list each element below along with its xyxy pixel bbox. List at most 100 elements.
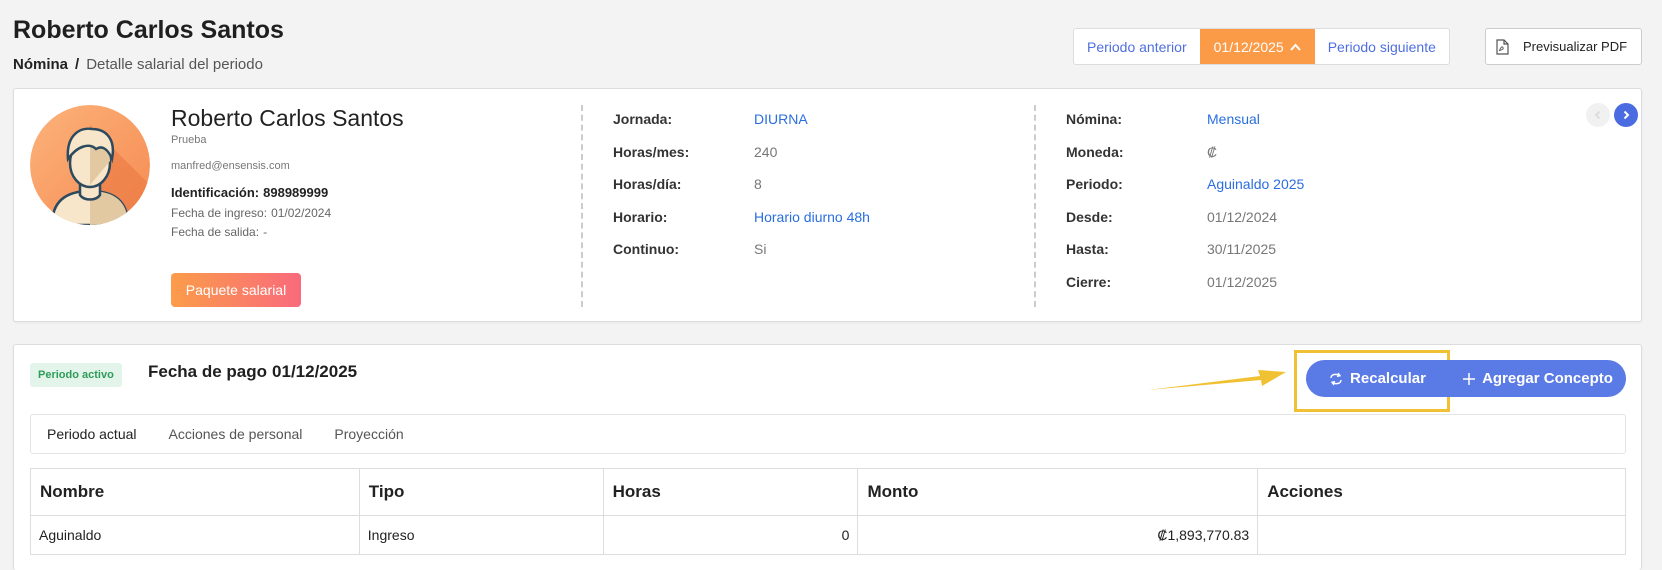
add-concept-button[interactable]: Agregar Concepto bbox=[1449, 360, 1626, 397]
cell-tipo: Ingreso bbox=[358, 515, 604, 555]
info-label: Periodo: bbox=[1066, 176, 1123, 193]
hire-date-value: 01/02/2024 bbox=[271, 206, 332, 220]
avatar-illustration bbox=[30, 105, 150, 225]
status-badge: Periodo activo bbox=[30, 363, 122, 387]
pay-date: Fecha de pago 01/12/2025 bbox=[148, 362, 357, 382]
period-navigator: Periodo anterior 01/12/2025 Periodo sigu… bbox=[1073, 28, 1450, 65]
schedule-info: Jornada: DIURNA Horas/mes: 240 Horas/día… bbox=[613, 103, 870, 266]
info-value-link[interactable]: Aguinaldo 2025 bbox=[1207, 176, 1304, 192]
breadcrumb: Nómina / Detalle salarial del periodo bbox=[13, 56, 263, 73]
cell-horas: 0 bbox=[602, 515, 859, 555]
info-label: Moneda: bbox=[1066, 143, 1124, 160]
info-label: Horario: bbox=[613, 208, 668, 225]
payroll-row-moneda: Moneda: ₡ bbox=[1066, 136, 1304, 169]
employee-id-label: Identificación: bbox=[171, 185, 260, 200]
info-value: 01/12/2024 bbox=[1207, 208, 1278, 225]
info-label: Hasta: bbox=[1066, 241, 1109, 258]
exit-date-value: - bbox=[263, 225, 268, 239]
schedule-row-horario: Horario: Horario diurno 48h bbox=[613, 201, 870, 234]
info-value: 8 bbox=[754, 176, 762, 193]
schedule-row-horas-mes: Horas/mes: 240 bbox=[613, 136, 870, 169]
pay-date-label: Fecha de pago bbox=[148, 362, 268, 381]
payroll-row-cierre: Cierre: 01/12/2025 bbox=[1066, 266, 1304, 299]
preview-pdf-button[interactable]: Previsualizar PDF bbox=[1485, 28, 1642, 65]
info-value: Si bbox=[754, 241, 767, 258]
previous-employee-button[interactable] bbox=[1586, 103, 1610, 127]
breadcrumb-separator: / bbox=[75, 56, 80, 73]
avatar bbox=[30, 105, 150, 225]
previous-period-button[interactable]: Periodo anterior bbox=[1074, 29, 1200, 64]
tab-acciones-personal[interactable]: Acciones de personal bbox=[169, 426, 303, 442]
recalculate-button[interactable]: Recalcular bbox=[1306, 360, 1449, 397]
info-label: Nómina: bbox=[1066, 111, 1122, 128]
info-label: Continuo: bbox=[613, 241, 680, 258]
column-header-horas: Horas bbox=[602, 468, 859, 516]
cell-monto: ₡1,893,770.83 bbox=[857, 515, 1259, 555]
salary-package-button[interactable]: Paquete salarial bbox=[171, 273, 301, 307]
breadcrumb-current: Detalle salarial del periodo bbox=[86, 56, 263, 73]
column-header-nombre: Nombre bbox=[30, 468, 360, 516]
current-period-label: 01/12/2025 bbox=[1213, 38, 1284, 55]
cell-nombre: Aguinaldo bbox=[30, 515, 360, 555]
payroll-row-hasta: Hasta: 30/11/2025 bbox=[1066, 233, 1304, 266]
column-header-tipo: Tipo bbox=[358, 468, 604, 516]
schedule-row-horas-dia: Horas/día: 8 bbox=[613, 168, 870, 201]
table-header-row: Nombre Tipo Horas Monto Acciones bbox=[30, 468, 1626, 516]
current-period-dropdown[interactable]: 01/12/2025 bbox=[1199, 29, 1315, 64]
pay-date-value: 01/12/2025 bbox=[272, 362, 358, 381]
period-tabs: Periodo actual Acciones de personal Proy… bbox=[30, 414, 1626, 454]
annotation-arrow bbox=[1148, 370, 1286, 390]
next-period-button[interactable]: Periodo siguiente bbox=[1315, 29, 1449, 64]
breadcrumb-root[interactable]: Nómina bbox=[13, 56, 68, 73]
info-value: 240 bbox=[754, 143, 778, 160]
chevron-left-icon bbox=[1594, 110, 1601, 120]
refresh-icon bbox=[1330, 372, 1342, 385]
tab-proyeccion[interactable]: Proyección bbox=[334, 426, 403, 442]
schedule-row-continuo: Continuo: Si bbox=[613, 233, 870, 266]
table-row: Aguinaldo Ingreso 0 ₡1,893,770.83 bbox=[30, 515, 1626, 555]
recalculate-label: Recalcular bbox=[1350, 370, 1426, 387]
info-label: Horas/mes: bbox=[613, 143, 690, 160]
payroll-info: Nómina: Mensual Moneda: ₡ Periodo: Aguin… bbox=[1066, 103, 1304, 298]
employee-id: Identificación: 898989999 bbox=[171, 185, 328, 200]
add-concept-label: Agregar Concepto bbox=[1482, 370, 1613, 387]
column-header-acciones: Acciones bbox=[1257, 468, 1626, 516]
page-title: Roberto Carlos Santos bbox=[13, 16, 284, 44]
payroll-row-periodo: Periodo: Aguinaldo 2025 bbox=[1066, 168, 1304, 201]
employee-company: Prueba bbox=[171, 134, 207, 146]
payroll-row-desde: Desde: 01/12/2024 bbox=[1066, 201, 1304, 234]
info-value-link[interactable]: Mensual bbox=[1207, 111, 1260, 127]
hire-date-label: Fecha de ingreso: bbox=[171, 206, 268, 220]
info-label: Desde: bbox=[1066, 208, 1113, 225]
info-label: Horas/día: bbox=[613, 176, 682, 193]
column-divider bbox=[1034, 105, 1036, 307]
employee-nav-arrows bbox=[1586, 103, 1638, 127]
employee-hire-date: Fecha de ingreso: 01/02/2024 bbox=[171, 206, 331, 220]
cell-acciones bbox=[1257, 515, 1626, 555]
info-value: 01/12/2025 bbox=[1207, 273, 1278, 290]
plus-icon bbox=[1463, 372, 1476, 385]
info-label: Jornada: bbox=[613, 111, 673, 128]
preview-pdf-label: Previsualizar PDF bbox=[1523, 39, 1628, 54]
info-value-link[interactable]: DIURNA bbox=[754, 111, 808, 127]
info-label: Cierre: bbox=[1066, 273, 1112, 290]
concepts-table: Nombre Tipo Horas Monto Acciones Aguinal… bbox=[30, 468, 1626, 555]
schedule-row-jornada: Jornada: DIURNA bbox=[613, 103, 870, 136]
employee-name: Roberto Carlos Santos bbox=[171, 105, 404, 131]
chevron-right-icon bbox=[1623, 110, 1630, 120]
employee-exit-date: Fecha de salida: - bbox=[171, 225, 267, 239]
tab-periodo-actual[interactable]: Periodo actual bbox=[47, 426, 137, 442]
info-value-link[interactable]: Horario diurno 48h bbox=[754, 209, 870, 225]
info-value: ₡ bbox=[1207, 143, 1218, 160]
pdf-file-icon bbox=[1496, 38, 1509, 55]
employee-id-value: 898989999 bbox=[263, 185, 329, 200]
employee-card: Roberto Carlos Santos Prueba manfred@ens… bbox=[13, 88, 1642, 322]
employee-email: manfred@ensensis.com bbox=[171, 160, 290, 172]
next-employee-button[interactable] bbox=[1614, 103, 1638, 127]
column-divider bbox=[581, 105, 583, 307]
info-value: 30/11/2025 bbox=[1207, 241, 1277, 258]
chevron-up-icon bbox=[1289, 43, 1301, 51]
column-header-monto: Monto bbox=[857, 468, 1259, 516]
payroll-row-nomina: Nómina: Mensual bbox=[1066, 103, 1304, 136]
exit-date-label: Fecha de salida: bbox=[171, 225, 260, 239]
